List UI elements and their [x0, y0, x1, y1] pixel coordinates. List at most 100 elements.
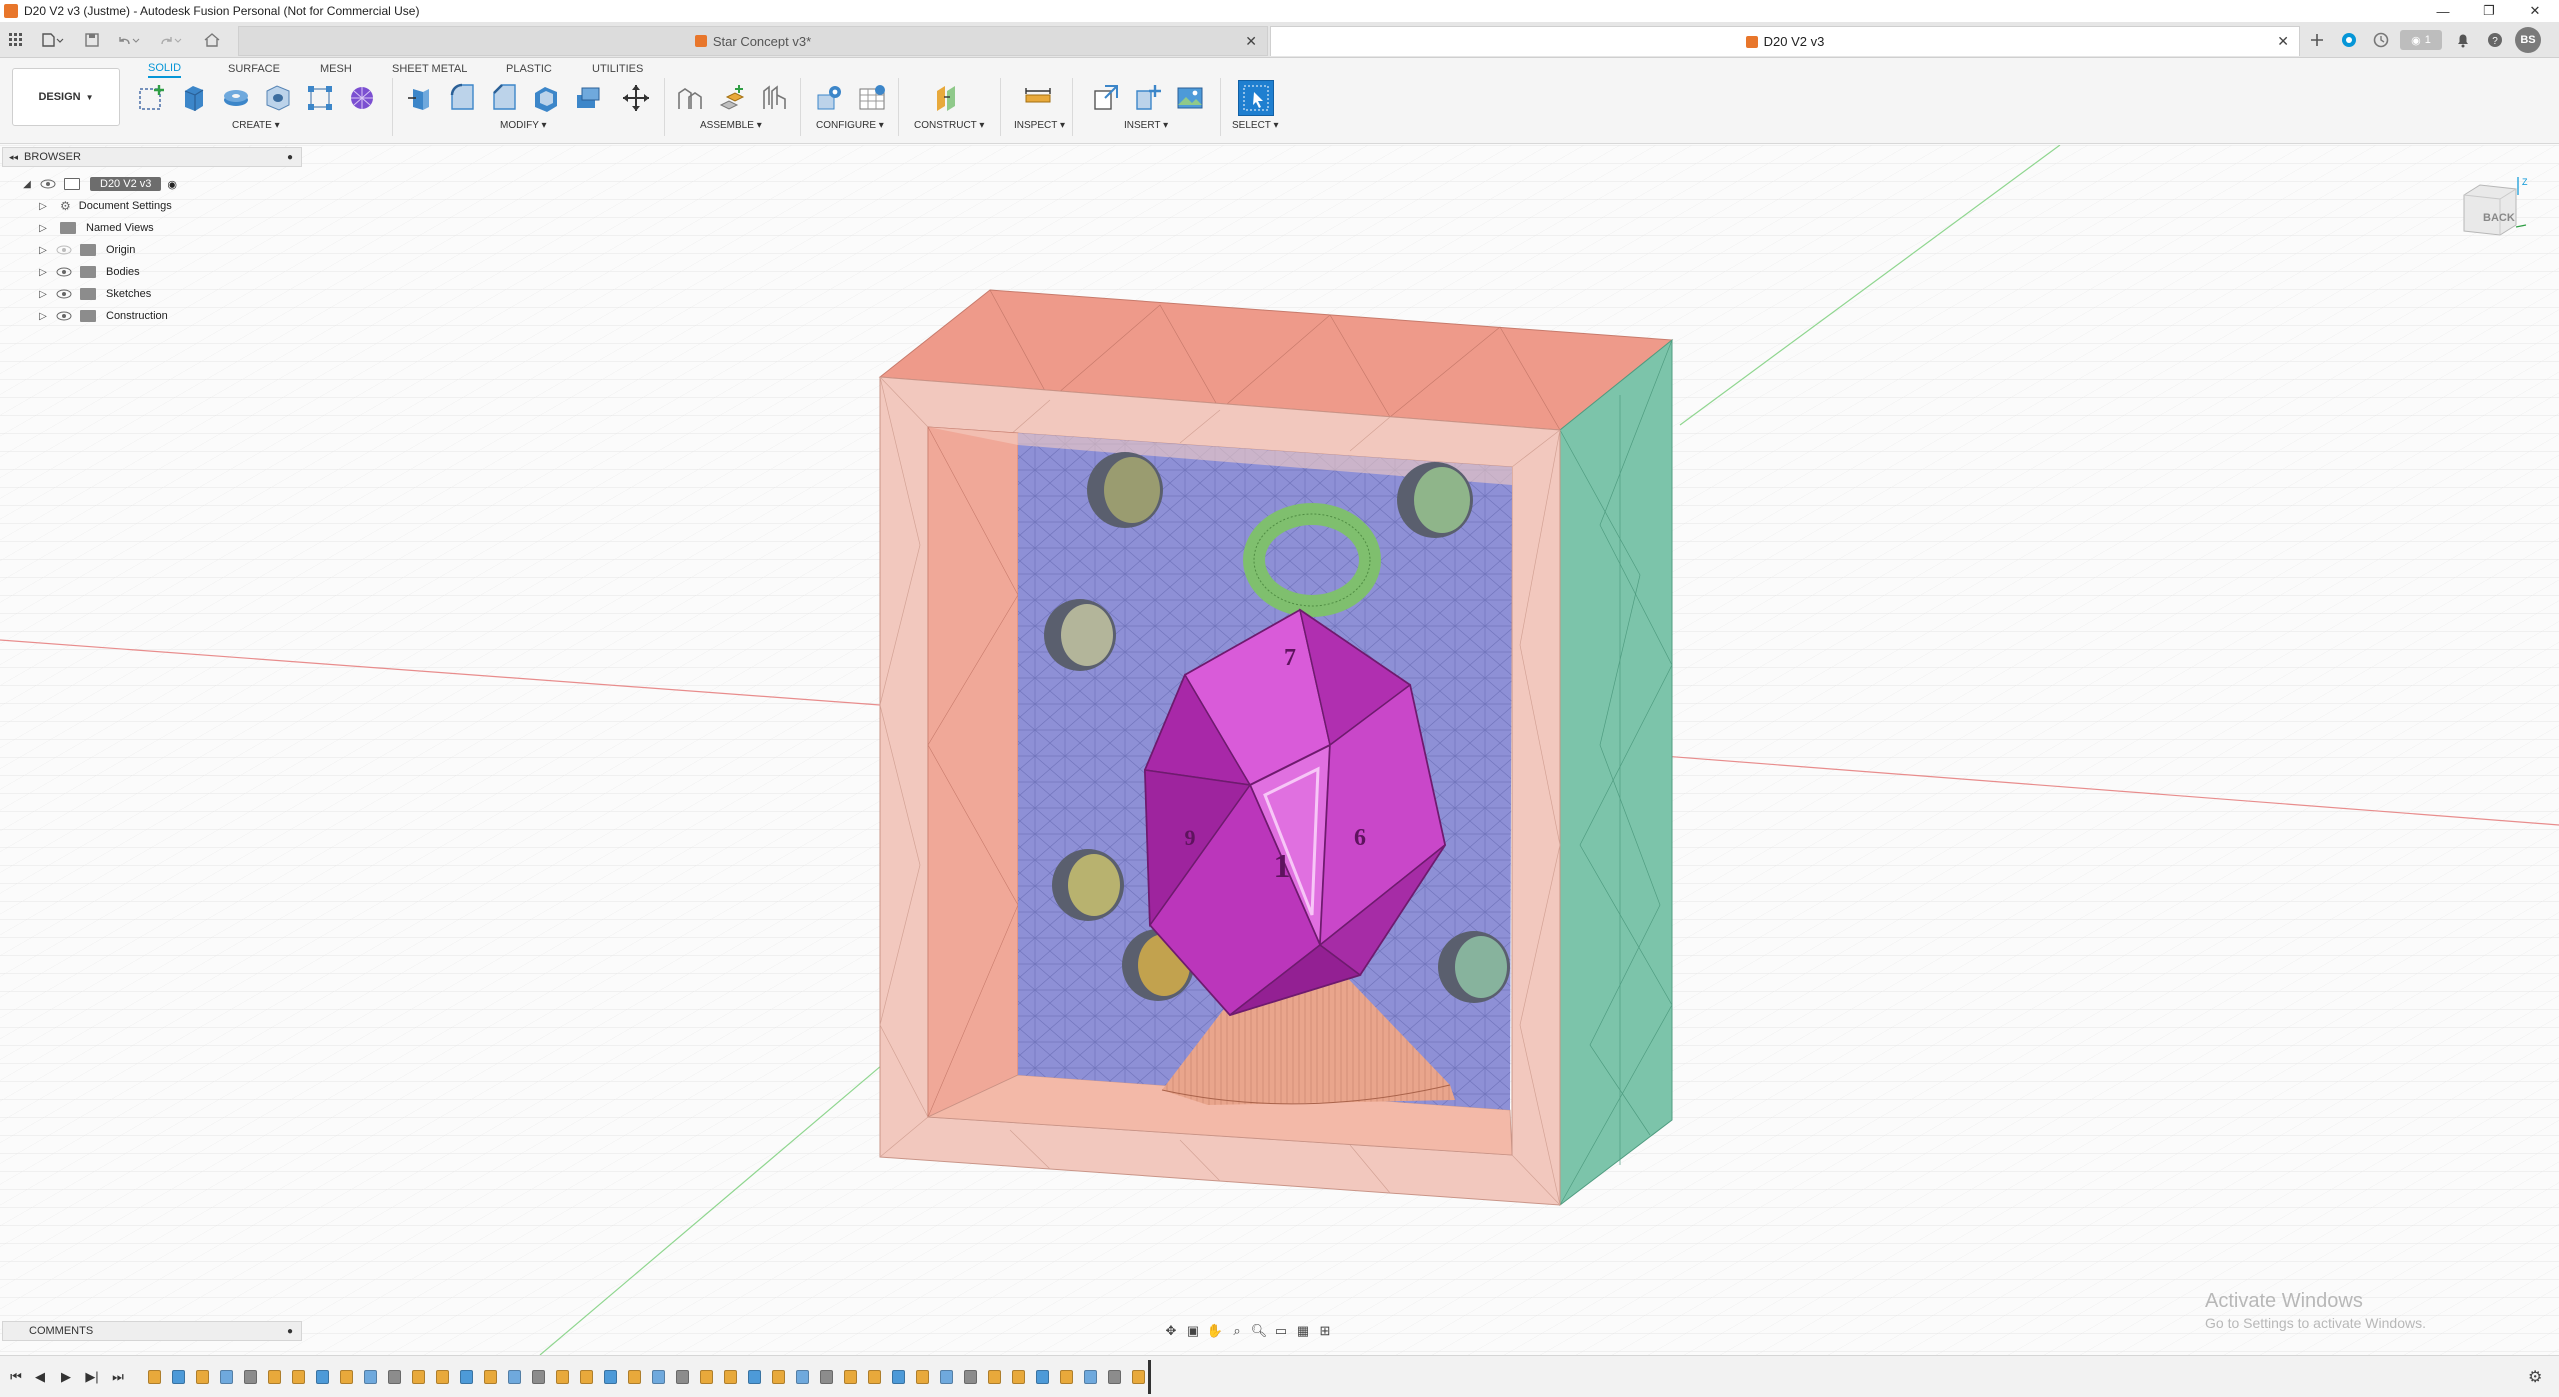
activate-component-icon[interactable]: ◉	[167, 178, 177, 191]
timeline-feature-icon[interactable]	[652, 1370, 665, 1384]
timeline-feature-icon[interactable]	[676, 1370, 689, 1384]
form-icon[interactable]	[344, 80, 380, 116]
zoom-icon[interactable]: 🔍︎	[1248, 1321, 1270, 1341]
expand-caret-icon[interactable]: ▷	[36, 245, 50, 256]
browser-item-sketches[interactable]: ▷ Sketches	[0, 283, 300, 305]
insert-derive-icon[interactable]	[1088, 80, 1124, 116]
online-status-badge[interactable]: ◉ 1	[2400, 30, 2442, 50]
timeline-feature-icon[interactable]	[604, 1370, 617, 1384]
timeline-feature-icon[interactable]	[1132, 1370, 1145, 1384]
close-window-button[interactable]: ✕	[2512, 0, 2558, 22]
comments-panel[interactable]: COMMENTS ●	[2, 1321, 302, 1341]
create-menu[interactable]: CREATE ▾	[232, 120, 280, 131]
timeline-feature-icon[interactable]	[460, 1370, 473, 1384]
timeline-feature-icon[interactable]	[556, 1370, 569, 1384]
browser-header[interactable]: ◂◂ BROWSER ●	[2, 147, 302, 167]
home-icon[interactable]	[200, 28, 224, 52]
timeline-feature-icon[interactable]	[916, 1370, 929, 1384]
browser-item-construction[interactable]: ▷ Construction	[0, 305, 300, 327]
display-settings-icon[interactable]: ▭	[1270, 1321, 1292, 1341]
job-status-icon[interactable]	[2370, 29, 2392, 51]
minimize-button[interactable]: —	[2420, 0, 2466, 22]
timeline-feature-icon[interactable]	[412, 1370, 425, 1384]
browser-root-row[interactable]: ◢ D20 V2 v3 ◉	[0, 173, 300, 195]
tab-sheet-metal[interactable]: SHEET METAL	[392, 60, 467, 78]
orbit-icon[interactable]: ✥	[1160, 1321, 1182, 1341]
undo-icon[interactable]	[114, 28, 144, 52]
user-avatar[interactable]: BS	[2515, 27, 2541, 53]
pin-icon[interactable]: ●	[287, 152, 293, 163]
measure-icon[interactable]	[1020, 80, 1056, 116]
timeline-feature-icon[interactable]	[964, 1370, 977, 1384]
timeline-feature-icon[interactable]	[724, 1370, 737, 1384]
move-copy-icon[interactable]	[618, 80, 654, 116]
timeline-feature-icon[interactable]	[436, 1370, 449, 1384]
select-tool-icon[interactable]	[1238, 80, 1274, 116]
timeline-settings-gear-icon[interactable]: ⚙	[2528, 1367, 2542, 1387]
tab-mesh[interactable]: MESH	[320, 60, 352, 78]
timeline-feature-icon[interactable]	[172, 1370, 185, 1384]
timeline-feature-icon[interactable]	[892, 1370, 905, 1384]
configure-menu[interactable]: CONFIGURE ▾	[816, 120, 884, 131]
assemble-menu[interactable]: ASSEMBLE ▾	[700, 120, 762, 131]
timeline-feature-icon[interactable]	[364, 1370, 377, 1384]
offset-plane-icon[interactable]	[930, 80, 966, 116]
visibility-eye-icon[interactable]	[40, 179, 56, 189]
insert-menu[interactable]: INSERT ▾	[1124, 120, 1168, 131]
shell-icon[interactable]	[528, 80, 564, 116]
timeline-feature-icon[interactable]	[628, 1370, 641, 1384]
timeline-feature-icon[interactable]	[1108, 1370, 1121, 1384]
timeline-feature-icon[interactable]	[196, 1370, 209, 1384]
timeline-feature-icon[interactable]	[820, 1370, 833, 1384]
visibility-eye-icon[interactable]	[56, 245, 72, 255]
timeline-feature-icon[interactable]	[772, 1370, 785, 1384]
model-canvas[interactable]: 1 7 6 9	[0, 145, 2559, 1355]
pan-hand-icon[interactable]: ✋	[1204, 1321, 1226, 1341]
tab-utilities[interactable]: UTILITIES	[592, 60, 643, 78]
timeline-feature-icon[interactable]	[748, 1370, 761, 1384]
create-sketch-icon[interactable]	[134, 80, 170, 116]
extrude-icon[interactable]	[176, 80, 212, 116]
timeline-feature-icon[interactable]	[484, 1370, 497, 1384]
timeline-marker[interactable]	[1148, 1360, 1151, 1394]
timeline-feature-icon[interactable]	[844, 1370, 857, 1384]
view-cube[interactable]: Z BACK	[2460, 175, 2530, 245]
timeline-feature-icon[interactable]	[268, 1370, 281, 1384]
chamfer-icon[interactable]	[486, 80, 522, 116]
help-icon[interactable]: ?	[2484, 29, 2506, 51]
expand-caret-icon[interactable]: ▷	[36, 267, 50, 278]
timeline-feature-icon[interactable]	[796, 1370, 809, 1384]
expand-caret-icon[interactable]: ▷	[36, 201, 50, 212]
timeline-end-icon[interactable]: ⏭	[108, 1367, 128, 1387]
close-tab-icon[interactable]: ✕	[1245, 33, 1257, 50]
as-built-joint-icon[interactable]	[756, 80, 792, 116]
zoom-window-icon[interactable]: ⌕	[1226, 1321, 1248, 1341]
grid-settings-icon[interactable]: ▦	[1292, 1321, 1314, 1341]
redo-icon[interactable]	[156, 28, 186, 52]
notifications-bell-icon[interactable]	[2452, 29, 2474, 51]
browser-item-document-settings[interactable]: ▷ ⚙ Document Settings	[0, 195, 300, 217]
extensions-icon[interactable]	[2338, 29, 2360, 51]
timeline-feature-icon[interactable]	[340, 1370, 353, 1384]
expand-caret-icon[interactable]: ▷	[36, 223, 50, 234]
restore-button[interactable]: ❐	[2466, 0, 2512, 22]
look-at-icon[interactable]: ▣	[1182, 1321, 1204, 1341]
timeline-feature-icon[interactable]	[508, 1370, 521, 1384]
insert-mesh-icon[interactable]	[1130, 80, 1166, 116]
select-menu[interactable]: SELECT ▾	[1232, 120, 1279, 131]
viewports-icon[interactable]: ⊞	[1314, 1321, 1336, 1341]
timeline-feature-icon[interactable]	[220, 1370, 233, 1384]
save-icon[interactable]	[82, 28, 102, 52]
tab-d20-v2[interactable]: D20 V2 v3 ✕	[1270, 26, 2300, 56]
close-tab-icon[interactable]: ✕	[2277, 33, 2289, 50]
visibility-eye-icon[interactable]	[56, 311, 72, 321]
frame-side-face[interactable]	[1559, 338, 1673, 1207]
timeline-feature-icon[interactable]	[388, 1370, 401, 1384]
add-comment-icon[interactable]: ●	[287, 1326, 293, 1337]
press-pull-icon[interactable]	[402, 80, 438, 116]
canvas-viewport[interactable]: 1 7 6 9	[0, 145, 2559, 1355]
expand-caret-icon[interactable]: ▷	[36, 289, 50, 300]
timeline-play-icon[interactable]: ▶	[56, 1367, 76, 1387]
fillet-icon[interactable]	[444, 80, 480, 116]
timeline-feature-icon[interactable]	[940, 1370, 953, 1384]
